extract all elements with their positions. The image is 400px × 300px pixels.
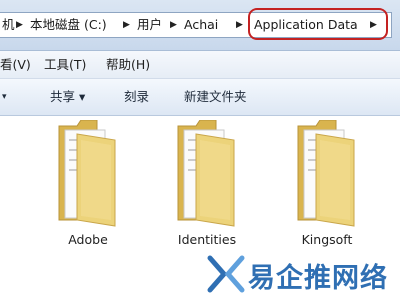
- address-bar: 机 ▶ 本地磁盘 (C:) ▶ 用户 ▶ Achai ▶ Application…: [0, 0, 400, 51]
- folder-icon: [297, 120, 355, 227]
- breadcrumb-local-disk[interactable]: 本地磁盘 (C:): [30, 13, 107, 37]
- chevron-right-icon[interactable]: ▶: [123, 13, 130, 37]
- command-bar: ▾ 共享 ▾ 刻录 新建文件夹: [0, 79, 400, 116]
- breadcrumb-achai[interactable]: Achai: [184, 13, 218, 37]
- menu-bar: 看(V) 工具(T) 帮助(H): [0, 51, 400, 79]
- breadcrumb-users[interactable]: 用户: [137, 13, 162, 37]
- watermark-logo-icon: [207, 255, 245, 293]
- chevron-right-icon[interactable]: ▶: [16, 13, 23, 37]
- folder-icon: [177, 120, 235, 227]
- folder-icon: [58, 120, 116, 227]
- chevron-down-icon[interactable]: ▾: [2, 79, 7, 115]
- folder-item-adobe[interactable]: Adobe: [43, 120, 133, 260]
- folder-item-kingsoft[interactable]: Kingsoft: [282, 120, 372, 260]
- new-folder-button[interactable]: 新建文件夹: [184, 79, 247, 115]
- menu-help[interactable]: 帮助(H): [106, 51, 150, 78]
- menu-tools[interactable]: 工具(T): [44, 51, 86, 78]
- folder-label: Identities: [177, 232, 237, 247]
- menu-view[interactable]: 看(V): [0, 51, 31, 78]
- chevron-right-icon[interactable]: ▶: [236, 13, 243, 37]
- burn-button[interactable]: 刻录: [124, 79, 149, 115]
- breadcrumb-computer[interactable]: 机: [2, 13, 15, 37]
- share-button[interactable]: 共享 ▾: [50, 79, 85, 115]
- folder-item-identities[interactable]: Identities: [162, 120, 252, 260]
- folder-label: Adobe: [68, 232, 108, 247]
- watermark-text: 易企推网络: [248, 263, 388, 294]
- folder-label: Kingsoft: [301, 232, 353, 247]
- chevron-right-icon[interactable]: ▶: [170, 13, 177, 37]
- watermark: 易企推网络: [206, 252, 396, 294]
- highlight-annotation: [248, 8, 388, 40]
